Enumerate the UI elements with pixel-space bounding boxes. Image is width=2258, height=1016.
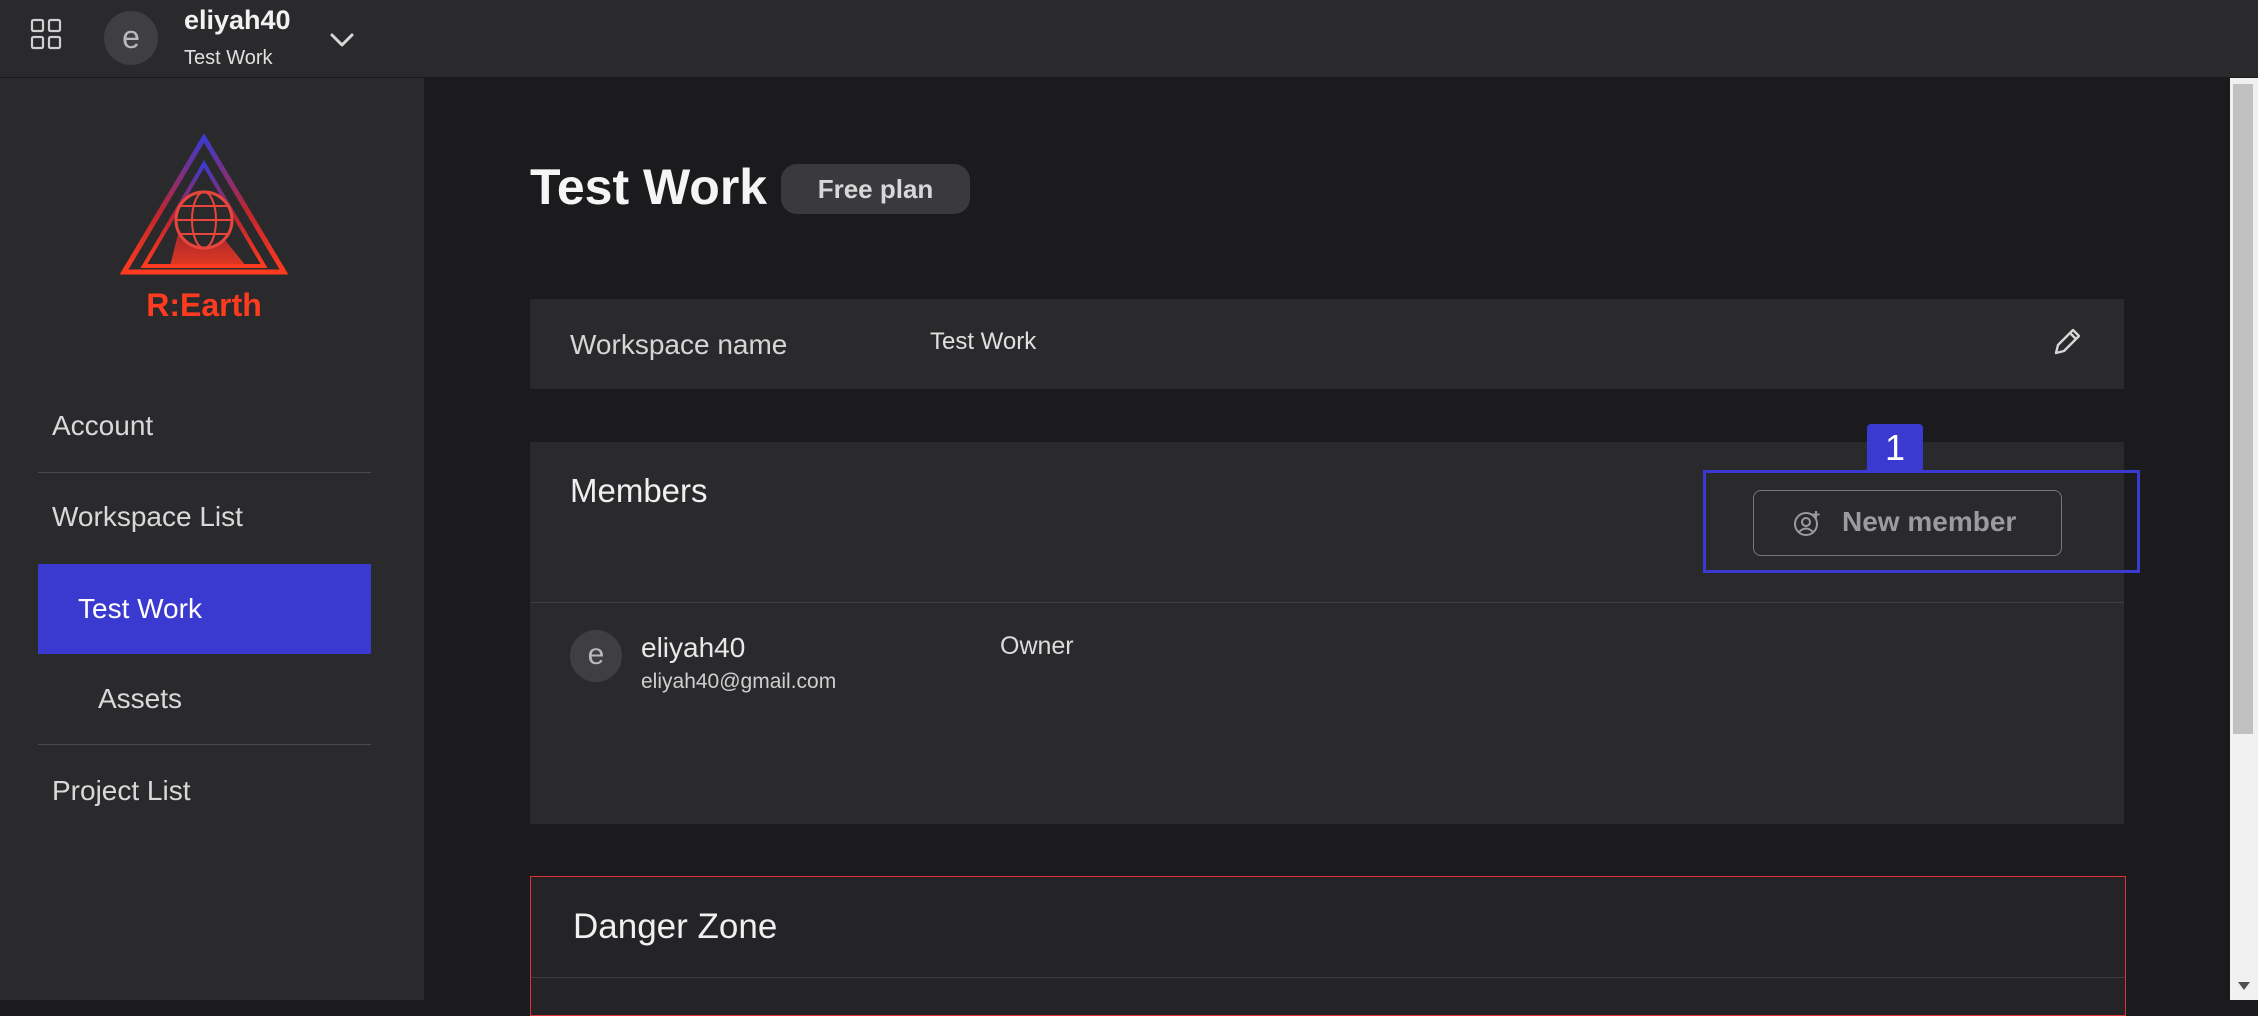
- member-email: eliyah40@gmail.com: [641, 670, 837, 693]
- sidebar-item-project-list[interactable]: Project List: [38, 775, 371, 807]
- sidebar-divider: [38, 744, 371, 745]
- top-bar: e eliyah40 Test Work: [0, 0, 2258, 78]
- sidebar: R:Earth Account Workspace List Test Work…: [0, 78, 424, 1000]
- danger-zone-title: Danger Zone: [573, 907, 778, 946]
- user-avatar[interactable]: e: [104, 11, 158, 65]
- members-divider: [530, 602, 2124, 603]
- danger-zone-divider: [531, 977, 2125, 978]
- member-role: Owner: [1000, 632, 1074, 660]
- sidebar-item-test-work[interactable]: Test Work: [38, 564, 371, 654]
- workspace-name-card: Workspace name Test Work: [530, 299, 2124, 389]
- chevron-down-icon[interactable]: [326, 24, 358, 56]
- pencil-edit-icon[interactable]: [2050, 325, 2084, 359]
- annotation-highlight-box: [1703, 470, 2140, 573]
- scrollbar-thumb[interactable]: [2233, 84, 2253, 734]
- reearth-logo: R:Earth: [119, 134, 289, 323]
- header-username[interactable]: eliyah40: [184, 5, 291, 36]
- page-title: Test Work: [530, 159, 768, 215]
- sidebar-item-assets[interactable]: Assets: [38, 683, 371, 715]
- sidebar-divider: [38, 472, 371, 473]
- workspace-name-value: Test Work: [930, 328, 1037, 355]
- plan-badge: Free plan: [781, 164, 970, 214]
- scroll-down-arrow-icon[interactable]: [2236, 978, 2252, 994]
- logo-text: R:Earth: [146, 287, 262, 323]
- member-name: eliyah40: [641, 632, 746, 663]
- sidebar-item-account[interactable]: Account: [38, 410, 371, 442]
- annotation-tag: 1: [1867, 424, 1923, 472]
- header-workspace-name[interactable]: Test Work: [184, 47, 273, 70]
- sidebar-item-workspace-list[interactable]: Workspace List: [38, 501, 371, 533]
- workspace-name-label: Workspace name: [570, 329, 788, 360]
- member-avatar: e: [570, 630, 622, 682]
- danger-zone-card: Danger Zone: [530, 876, 2126, 1016]
- apps-grid-icon[interactable]: [30, 18, 62, 50]
- members-title: Members: [570, 472, 708, 509]
